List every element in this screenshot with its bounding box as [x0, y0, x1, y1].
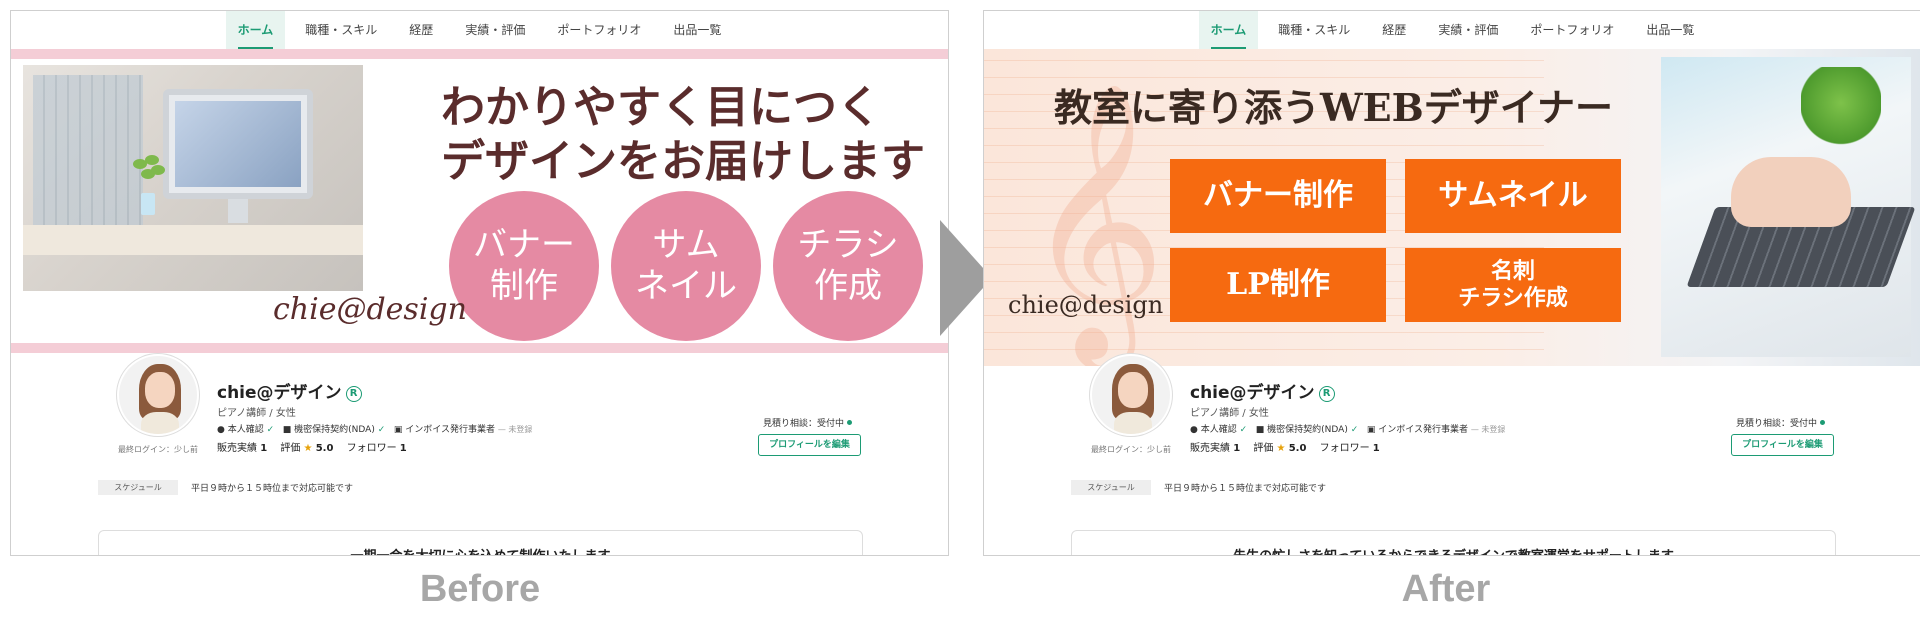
caption-before: Before: [419, 568, 541, 610]
circle-thumbnail: サム ネイル: [611, 191, 761, 341]
lock-icon: ■: [282, 425, 292, 435]
cover-image: わかりやすく目につく デザインをお届けします バナー 制作 サム ネイル チラシ 作成…: [11, 49, 948, 366]
caption-after: After: [1401, 568, 1491, 610]
profile-section: 最終ログイン：少し前 chie@デザイン R ピアノ講師 / 女性 ● 本人確認 …: [984, 354, 1920, 555]
last-login: 最終ログイン：少し前: [118, 445, 198, 454]
signature-text: chie@design: [273, 292, 467, 327]
edit-profile-button[interactable]: プロフィールを編集: [1731, 434, 1834, 456]
check-icon: ✓: [377, 425, 386, 435]
estimate-status: 見積り相談：受付中: [1736, 416, 1825, 429]
tab-portfolio[interactable]: ポートフォリオ: [545, 11, 653, 49]
laptop-photo: [1661, 57, 1916, 357]
cover-image: 𝄞 教室に寄り添うWEBデザイナー バナー制作 サムネイル LP制作 名刺 チラシ…: [984, 49, 1920, 366]
circle-flyer: チラシ 作成: [773, 191, 923, 341]
circle-banner: バナー 制作: [449, 191, 599, 341]
profile-stats: 販売実績 1 評価 ★ 5.0 フォロワー 1: [1190, 443, 1380, 454]
pink-stripe: [11, 49, 948, 59]
person-icon: ●: [217, 425, 225, 435]
profile-stats: 販売実績 1 評価 ★ 5.0 フォロワー 1: [217, 443, 407, 454]
registered-icon: R: [345, 386, 362, 402]
registered-icon: R: [1318, 386, 1335, 402]
profile-section: 最終ログイン：少し前 chie@デザイン R ピアノ講師 / 女性 ● 本人確認 …: [11, 354, 948, 555]
monitor-stand: [228, 199, 248, 223]
profile-name: chie@デザイン R: [1190, 378, 1335, 403]
tab-results[interactable]: 実績・評価: [1426, 11, 1510, 49]
nav-tabs: ホーム 職種・スキル 経歴 実績・評価 ポートフォリオ 出品一覧: [11, 11, 948, 49]
profile-subtitle: ピアノ講師 / 女性: [217, 408, 296, 419]
profile-badges: ● 本人確認 ✓ ■ 機密保持契約(NDA) ✓ ▣ インボイス発行事業者 — …: [1190, 425, 1506, 435]
star-icon: ★: [1276, 443, 1286, 454]
tagline-card: 一期一会を大切に心を込めて制作いたします: [98, 530, 863, 555]
avatar: [117, 354, 199, 436]
plant-shape: [133, 155, 165, 215]
box-thumbnail: サムネイル: [1405, 159, 1621, 233]
desk-shape: [23, 225, 363, 255]
tab-skills[interactable]: 職種・スキル: [1266, 11, 1362, 49]
schedule-text: 平日９時から１５時位まで対応可能です: [191, 484, 354, 494]
desk-photo: [23, 65, 363, 291]
schedule-label: スケジュール: [98, 480, 178, 495]
tab-listings[interactable]: 出品一覧: [1634, 11, 1706, 49]
last-login: 最終ログイン：少し前: [1091, 445, 1171, 454]
check-icon: ✓: [266, 425, 275, 435]
status-dot-icon: [1820, 420, 1825, 425]
avatar: [1090, 354, 1172, 436]
lock-icon: ■: [1255, 425, 1265, 435]
edit-profile-button[interactable]: プロフィールを編集: [758, 434, 861, 456]
star-icon: ★: [303, 443, 313, 454]
box-lp: LP制作: [1170, 248, 1386, 322]
window-shape: [33, 75, 143, 245]
profile-subtitle: ピアノ講師 / 女性: [1190, 408, 1269, 419]
box-card-flyer: 名刺 チラシ作成: [1405, 248, 1621, 322]
tab-career[interactable]: 経歴: [1370, 11, 1418, 49]
tagline-card: 先生の忙しさを知っているからできるデザインで教室運営をサポートします: [1071, 530, 1836, 555]
tab-home[interactable]: ホーム: [225, 11, 286, 49]
nav-tabs: ホーム 職種・スキル 経歴 実績・評価 ポートフォリオ 出品一覧: [984, 11, 1920, 49]
estimate-status: 見積り相談：受付中: [763, 416, 852, 429]
tab-portfolio[interactable]: ポートフォリオ: [1518, 11, 1626, 49]
tab-skills[interactable]: 職種・スキル: [293, 11, 389, 49]
headline-line2: デザインをお届けします: [441, 136, 925, 187]
tab-career[interactable]: 経歴: [397, 11, 445, 49]
profile-badges: ● 本人確認 ✓ ■ 機密保持契約(NDA) ✓ ▣ インボイス発行事業者 — …: [217, 425, 533, 435]
signature-text: chie@design: [1008, 291, 1164, 319]
profile-name: chie@デザイン R: [217, 378, 362, 403]
status-dot-icon: [847, 420, 852, 425]
schedule-text: 平日９時から１５時位まで対応可能です: [1164, 484, 1327, 494]
schedule-label: スケジュール: [1071, 480, 1151, 495]
document-icon: ▣: [1366, 425, 1376, 435]
tab-home[interactable]: ホーム: [1198, 11, 1259, 49]
after-panel: ホーム 職種・スキル 経歴 実績・評価 ポートフォリオ 出品一覧 𝄞 教室に寄り…: [983, 10, 1920, 556]
document-icon: ▣: [393, 425, 403, 435]
check-icon: ✓: [1350, 425, 1359, 435]
check-icon: ✓: [1239, 425, 1248, 435]
before-panel: ホーム 職種・スキル 経歴 実績・評価 ポートフォリオ 出品一覧 わかりやすく目…: [10, 10, 949, 556]
box-banner: バナー制作: [1170, 159, 1386, 233]
headline: 教室に寄り添うWEBデザイナー: [1054, 85, 1613, 130]
pink-stripe: [11, 343, 948, 353]
monitor-shape: [163, 89, 313, 199]
person-icon: ●: [1190, 425, 1198, 435]
tab-listings[interactable]: 出品一覧: [661, 11, 733, 49]
tab-results[interactable]: 実績・評価: [453, 11, 537, 49]
